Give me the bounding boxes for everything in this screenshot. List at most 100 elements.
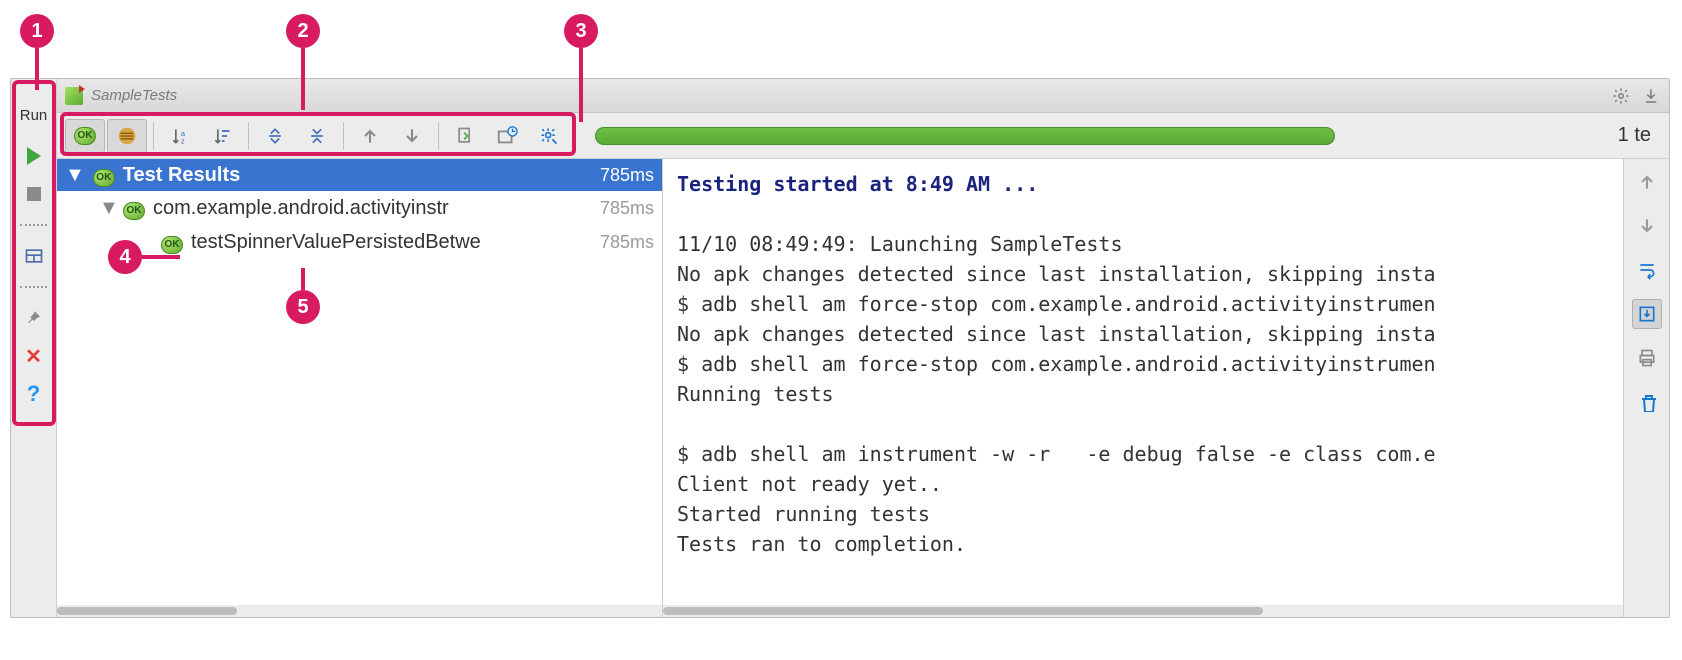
console-line: Tests ran to completion. [677,532,966,556]
soft-wrap-button[interactable] [1632,255,1662,285]
rerun-button[interactable] [22,144,46,168]
arrow-up-icon [360,126,380,146]
separator [153,122,154,150]
main-column: SampleTests OK az [57,79,1669,617]
tree-method-label: testSpinnerValuePersistedBetwe [191,231,594,254]
content-row: ▼ OK Test Results 785ms ▼ OK com.example… [57,159,1669,617]
close-button[interactable]: ✕ [22,344,46,368]
layout-icon [24,246,44,266]
tree-method-time: 785ms [594,232,654,253]
sort-duration-icon [212,126,232,146]
tree-root-label: Test Results [123,164,600,187]
console-line: No apk changes detected since last insta… [677,262,1436,286]
separator [438,122,439,150]
tab-header: SampleTests [57,79,1669,113]
collapse-all-icon [307,126,327,146]
console-line: No apk changes detected since last insta… [677,322,1436,346]
separator [20,224,47,226]
pin-button[interactable] [22,306,46,330]
callout-4-stem [142,255,180,259]
arrow-down-icon [1637,216,1657,236]
callout-3: 3 [564,14,598,48]
import-results-button[interactable] [487,119,527,153]
console-header: Testing started at 8:49 AM ... [677,172,1038,196]
arrow-up-icon [1637,172,1657,192]
sort-duration-button[interactable] [202,119,242,153]
print-icon [1637,348,1657,368]
test-settings-button[interactable] [529,119,569,153]
chevron-down-icon: ▼ [99,197,117,220]
download-icon [1642,87,1660,105]
show-passed-toggle[interactable]: OK [65,119,105,153]
left-toolbar: Run ✕ ? [11,79,57,617]
close-icon: ✕ [25,344,42,369]
scroll-thumb[interactable] [663,607,1263,615]
console-output[interactable]: Testing started at 8:49 AM ... 11/10 08:… [663,159,1623,605]
run-label: Run [20,107,48,124]
console-line: $ adb shell am force-stop com.example.an… [677,352,1436,376]
test-tree-pane: ▼ OK Test Results 785ms ▼ OK com.example… [57,159,663,617]
callout-4: 4 [108,240,142,274]
configuration-name: SampleTests [91,87,177,104]
callout-3-stem [579,48,583,122]
help-icon: ? [27,381,40,407]
arrow-down-icon [402,126,422,146]
callout-1-stem [35,48,39,90]
export-button[interactable] [1641,86,1661,106]
sort-alpha-icon: az [170,126,190,146]
tree-root-row[interactable]: ▼ OK Test Results 785ms [57,159,662,191]
play-icon [27,147,41,165]
settings-button[interactable] [1611,86,1631,106]
scroll-thumb[interactable] [57,607,237,615]
tree-class-row[interactable]: ▼ OK com.example.android.activityinstr 7… [57,191,662,225]
next-failed-button[interactable] [392,119,432,153]
console-right-toolbar [1623,159,1669,617]
scroll-to-end-button[interactable] [1632,299,1662,329]
help-button[interactable]: ? [22,382,46,406]
export-icon [455,126,475,146]
pin-icon [25,309,43,327]
expand-all-button[interactable] [255,119,295,153]
stop-icon [27,187,41,201]
callout-2: 2 [286,14,320,48]
console-line: Started running tests [677,502,930,526]
ok-icon: OK [161,236,183,254]
callout-1: 1 [20,14,54,48]
chevron-down-icon: ▼ [65,164,85,187]
tree-h-scrollbar[interactable] [57,605,662,617]
print-button[interactable] [1632,343,1662,373]
stop-button[interactable] [22,182,46,206]
show-ignored-toggle[interactable] [107,119,147,153]
test-toolbar: OK az [57,113,1669,159]
history-icon [496,125,518,147]
scroll-up-button[interactable] [1632,167,1662,197]
test-progress-bar [595,127,1335,145]
test-count-label: 1 te [1618,124,1661,147]
console-pane: Testing started at 8:49 AM ... 11/10 08:… [663,159,1623,617]
console-line: $ adb shell am force-stop com.example.an… [677,292,1436,316]
ok-icon: OK [74,127,96,145]
separator [248,122,249,150]
tree-class-time: 785ms [594,198,654,219]
callout-2-stem [301,48,305,110]
clear-button[interactable] [1632,387,1662,417]
callout-5-stem [301,268,305,290]
scroll-down-button[interactable] [1632,211,1662,241]
separator [20,286,47,288]
trash-icon [1637,392,1657,412]
sort-alpha-button[interactable]: az [160,119,200,153]
tree-method-row[interactable]: OK testSpinnerValuePersistedBetwe 785ms [57,225,662,259]
console-line: Running tests [677,382,834,406]
console-h-scrollbar[interactable] [663,605,1623,617]
expand-all-icon [265,126,285,146]
prev-failed-button[interactable] [350,119,390,153]
layout-button[interactable] [22,244,46,268]
export-results-button[interactable] [445,119,485,153]
callout-5: 5 [286,290,320,324]
soft-wrap-icon [1637,260,1657,280]
collapse-all-button[interactable] [297,119,337,153]
ok-icon: OK [93,169,115,187]
separator [343,122,344,150]
gear-icon [1612,87,1630,105]
console-line: $ adb shell am instrument -w -r -e debug… [677,442,1436,466]
